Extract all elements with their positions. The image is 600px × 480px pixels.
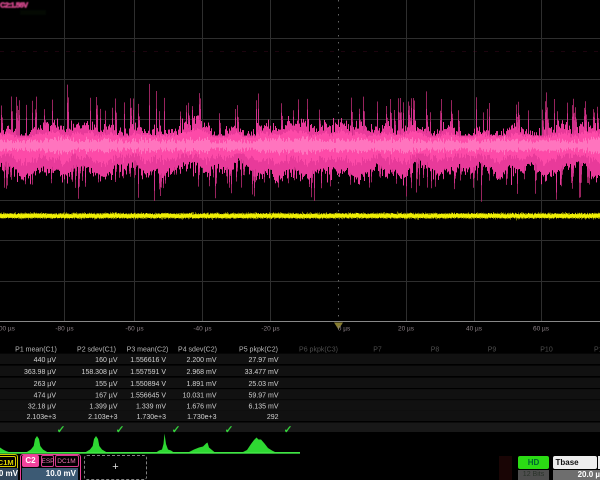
svg-text:1.891 mV: 1.891 mV xyxy=(187,381,217,388)
svg-text:20 µs: 20 µs xyxy=(398,326,415,333)
svg-text:P7: P7 xyxy=(373,347,382,354)
svg-text:1.399 µV: 1.399 µV xyxy=(89,404,117,411)
svg-text:P5 pkpk(C2): P5 pkpk(C2) xyxy=(239,347,278,354)
svg-text:155 µV: 155 µV xyxy=(95,381,118,388)
svg-text:-20 µs: -20 µs xyxy=(261,326,280,333)
svg-text:60 µs: 60 µs xyxy=(533,326,550,333)
svg-text:27.97 mV: 27.97 mV xyxy=(249,357,279,364)
svg-text:P8: P8 xyxy=(431,347,440,354)
svg-text:P6 pkpk(C3): P6 pkpk(C3) xyxy=(299,347,338,354)
svg-text:2.968 mV: 2.968 mV xyxy=(187,369,217,376)
svg-text:1.556645 V: 1.556645 V xyxy=(130,393,166,400)
svg-text:1.550894 V: 1.550894 V xyxy=(130,381,166,388)
svg-text:1.676 mV: 1.676 mV xyxy=(187,404,217,411)
svg-text:P9: P9 xyxy=(488,347,497,354)
svg-text:P2 sdev(C1): P2 sdev(C1) xyxy=(77,347,116,354)
svg-text:✓: ✓ xyxy=(57,424,66,436)
svg-text:✓: ✓ xyxy=(116,424,125,436)
svg-text:363.98 µV: 363.98 µV xyxy=(24,369,56,376)
svg-text:✓: ✓ xyxy=(284,424,293,436)
svg-text:1.557591 V: 1.557591 V xyxy=(130,369,166,376)
svg-text:263 µV: 263 µV xyxy=(34,381,57,388)
svg-text:10.031 mV: 10.031 mV xyxy=(183,393,217,400)
svg-text:33.477 mV: 33.477 mV xyxy=(245,369,279,376)
svg-text:440 µV: 440 µV xyxy=(34,357,57,364)
svg-text:0 µs: 0 µs xyxy=(338,326,351,333)
svg-text:✓: ✓ xyxy=(172,424,181,436)
svg-text:25.03 mV: 25.03 mV xyxy=(249,381,279,388)
svg-text:C2:1.56V: C2:1.56V xyxy=(0,1,28,10)
svg-text:P1 mean(C1): P1 mean(C1) xyxy=(15,347,57,354)
svg-text:160 µV: 160 µV xyxy=(95,357,118,364)
svg-text:1.730e+3: 1.730e+3 xyxy=(137,414,166,421)
svg-text:1.730e+3: 1.730e+3 xyxy=(187,414,216,421)
svg-text:167 µV: 167 µV xyxy=(95,393,118,400)
svg-text:P3 mean(C2): P3 mean(C2) xyxy=(127,347,169,354)
svg-text:-100 µs: -100 µs xyxy=(0,326,16,333)
svg-text:1.556616 V: 1.556616 V xyxy=(130,357,166,364)
svg-text:59.97 mV: 59.97 mV xyxy=(249,393,279,400)
svg-text:40 µs: 40 µs xyxy=(466,326,483,333)
svg-text:P11: P11 xyxy=(594,347,600,354)
svg-text:2.103e+3: 2.103e+3 xyxy=(88,414,117,421)
svg-text:2.103e+3: 2.103e+3 xyxy=(27,414,56,421)
svg-text:474 µV: 474 µV xyxy=(34,393,57,400)
svg-text:✓: ✓ xyxy=(225,424,234,436)
svg-text:-60 µs: -60 µs xyxy=(125,326,144,333)
svg-text:1.339 mV: 1.339 mV xyxy=(136,404,166,411)
svg-text:292: 292 xyxy=(267,414,279,421)
svg-text:P10: P10 xyxy=(540,347,553,354)
svg-text:158.308 µV: 158.308 µV xyxy=(82,369,118,376)
svg-text:-80 µs: -80 µs xyxy=(55,326,74,333)
svg-text:2.200 mV: 2.200 mV xyxy=(187,357,217,364)
svg-text:-40 µs: -40 µs xyxy=(193,326,212,333)
svg-text:6.135 mV: 6.135 mV xyxy=(249,404,279,411)
svg-text:32.18 µV: 32.18 µV xyxy=(28,404,56,411)
svg-text:P4 sdev(C2): P4 sdev(C2) xyxy=(178,347,217,354)
